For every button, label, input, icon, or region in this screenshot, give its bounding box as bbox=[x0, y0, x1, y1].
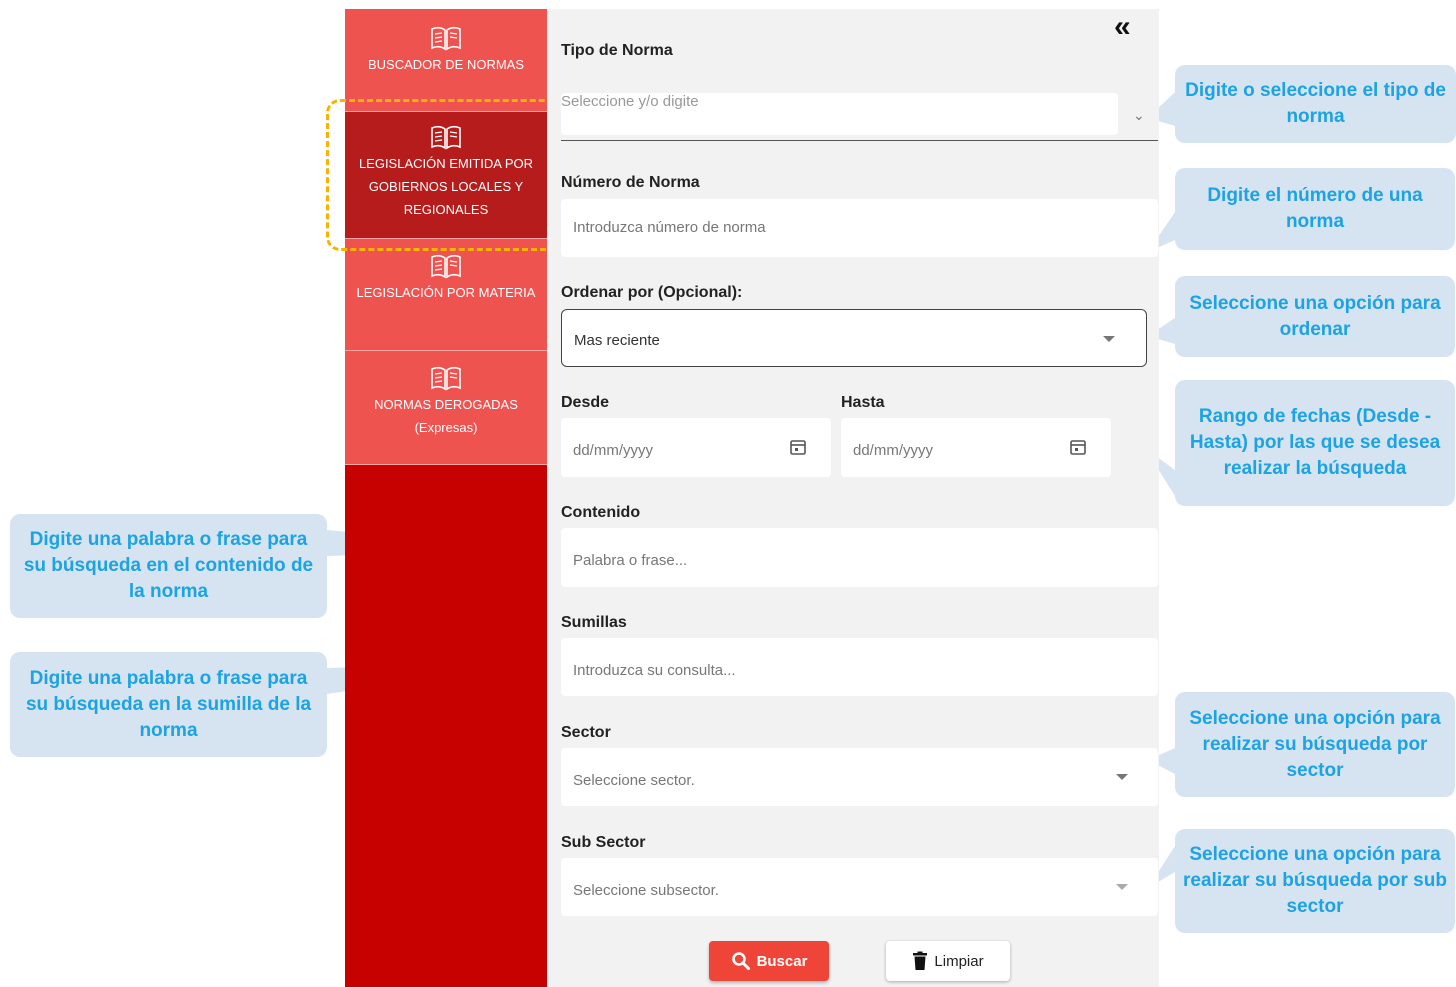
search-form: « Tipo de Norma Seleccione y/o digite ⌄ … bbox=[547, 9, 1159, 987]
calendar-icon[interactable] bbox=[789, 438, 807, 456]
numero-norma-label: Número de Norma bbox=[561, 174, 700, 191]
limpiar-button[interactable]: Limpiar bbox=[886, 941, 1010, 981]
desde-label: Desde bbox=[561, 394, 610, 411]
sector-label: Sector bbox=[561, 724, 611, 741]
desde-date-input[interactable]: dd/mm/yyyy bbox=[561, 418, 831, 477]
divider bbox=[561, 140, 1158, 141]
open-book-icon bbox=[429, 365, 463, 391]
callout-sub-sector: Seleccione una opción para realizar su b… bbox=[1175, 829, 1455, 933]
sub-sector-label: Sub Sector bbox=[561, 834, 646, 851]
sidebar-item-legislacion-materia[interactable]: LEGISLACIÓN POR MATERIA bbox=[345, 239, 547, 351]
open-book-icon bbox=[429, 253, 463, 279]
sidebar-item-normas-derogadas[interactable]: NORMAS DEROGADAS (Expresas) bbox=[345, 351, 547, 465]
dropdown-arrow-icon bbox=[1116, 884, 1128, 890]
ordenar-select[interactable]: Mas reciente bbox=[561, 309, 1147, 367]
sumillas-input[interactable]: Introduzca su consulta... bbox=[561, 638, 1158, 696]
trash-icon bbox=[913, 951, 928, 970]
buscar-label: Buscar bbox=[756, 952, 808, 970]
contenido-input[interactable]: Palabra o frase... bbox=[561, 528, 1158, 587]
dropdown-arrow-icon bbox=[1103, 336, 1115, 342]
tipo-norma-placeholder: Seleccione y/o digite bbox=[561, 93, 699, 110]
callout-sumilla: Digite una palabra o frase para su búsqu… bbox=[10, 652, 327, 757]
callout-ordenar: Seleccione una opción para ordenar bbox=[1175, 276, 1455, 357]
callout-sector: Seleccione una opción para realizar su b… bbox=[1175, 692, 1455, 797]
dropdown-arrow-icon bbox=[1116, 774, 1128, 780]
chevron-down-icon[interactable]: ⌄ bbox=[1133, 107, 1145, 124]
sidebar-item-label: NORMAS DEROGADAS (Expresas) bbox=[374, 397, 518, 435]
collapse-icon[interactable]: « bbox=[1114, 12, 1131, 42]
ordenar-value: Mas reciente bbox=[574, 332, 660, 349]
callout-numero-norma: Digite el número de una norma bbox=[1175, 168, 1455, 250]
calendar-icon[interactable] bbox=[1069, 438, 1087, 456]
callout-contenido: Digite una palabra o frase para su búsqu… bbox=[10, 514, 327, 618]
limpiar-label: Limpiar bbox=[934, 952, 984, 970]
hasta-placeholder: dd/mm/yyyy bbox=[853, 442, 934, 459]
ordenar-label: Ordenar por (Opcional): bbox=[561, 284, 743, 301]
sub-sector-select[interactable]: Seleccione subsector. bbox=[561, 858, 1158, 916]
desde-placeholder: dd/mm/yyyy bbox=[573, 442, 654, 459]
search-icon bbox=[731, 952, 750, 970]
callout-rango-fechas: Rango de fechas (Desde - Hasta) por las … bbox=[1175, 380, 1455, 506]
numero-norma-input[interactable]: Introduzca número de norma bbox=[561, 199, 1158, 257]
tipo-norma-label: Tipo de Norma bbox=[561, 42, 673, 59]
sub-sector-placeholder: Seleccione subsector. bbox=[573, 882, 719, 899]
sumillas-label: Sumillas bbox=[561, 614, 627, 631]
open-book-icon bbox=[429, 25, 463, 51]
contenido-label: Contenido bbox=[561, 504, 641, 521]
sector-select[interactable]: Seleccione sector. bbox=[561, 748, 1158, 806]
sidebar-item-buscador[interactable]: BUSCADOR DE NORMAS bbox=[345, 9, 547, 112]
hasta-date-input[interactable]: dd/mm/yyyy bbox=[841, 418, 1111, 477]
callout-tipo-norma: Digite o seleccione el tipo de norma bbox=[1175, 65, 1456, 143]
sidebar-item-label: LEGISLACIÓN POR MATERIA bbox=[356, 285, 536, 300]
sector-placeholder: Seleccione sector. bbox=[573, 772, 695, 789]
buscar-button[interactable]: Buscar bbox=[709, 941, 829, 981]
sumillas-placeholder: Introduzca su consulta... bbox=[573, 662, 736, 679]
tipo-norma-input[interactable]: Seleccione y/o digite bbox=[561, 93, 1118, 135]
highlight-box bbox=[326, 99, 560, 251]
sidebar-item-label: BUSCADOR DE NORMAS bbox=[367, 57, 525, 72]
numero-norma-placeholder: Introduzca número de norma bbox=[573, 219, 766, 236]
hasta-label: Hasta bbox=[841, 394, 885, 411]
contenido-placeholder: Palabra o frase... bbox=[573, 552, 688, 569]
